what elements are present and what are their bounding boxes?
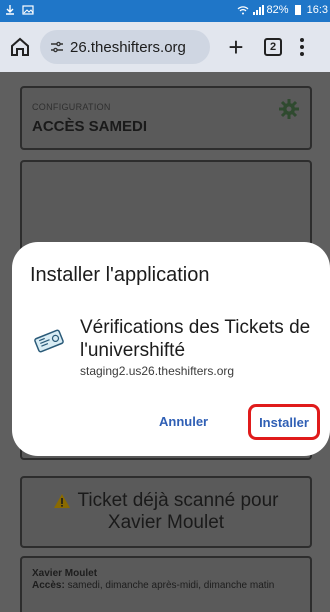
config-title: ACCÈS SAMEDI: [32, 118, 148, 135]
home-icon[interactable]: [8, 35, 32, 59]
url-text: 26.theshifters.org: [70, 38, 186, 56]
battery-percent: 82%: [266, 4, 289, 16]
access-label: Accès:: [32, 580, 65, 591]
status-bar: 82% 16:3: [0, 0, 330, 22]
warning-card: Ticket déjà scanné pour Xavier Moulet: [20, 476, 312, 548]
tab-switcher-button[interactable]: 2: [264, 38, 282, 56]
image-icon: [22, 5, 34, 15]
wifi-icon: [237, 6, 248, 15]
battery-icon: [294, 5, 301, 15]
warning-line-2: Xavier Moulet: [107, 512, 225, 533]
app-url: staging2.us26.theshifters.org: [80, 364, 235, 378]
site-settings-icon[interactable]: [50, 40, 64, 54]
status-right: 82% 16:3: [237, 4, 328, 16]
download-icon: [6, 5, 14, 15]
attendee-info-card: Xavier Moulet Accès: samedi, dimanche ap…: [20, 556, 312, 612]
access-value: samedi, dimanche après-midi, dimanche ma…: [67, 580, 275, 591]
status-left: [4, 4, 34, 16]
config-label: CONFIGURATION: [32, 102, 111, 112]
config-card[interactable]: CONFIGURATION ACCÈS SAMEDI: [20, 86, 312, 150]
install-button[interactable]: Installer: [248, 404, 320, 440]
cancel-button[interactable]: Annuler: [159, 414, 208, 429]
warning-icon: [54, 494, 71, 508]
ticket-app-icon: [34, 329, 64, 353]
warning-line-1: Ticket déjà scanné pour: [77, 490, 279, 511]
clock: 16:3: [306, 4, 328, 16]
app-name: Vérifications des Tickets de l'univershi…: [80, 317, 311, 361]
gear-icon[interactable]: [278, 98, 300, 120]
install-dialog: Installer l'application Vérifications de…: [12, 242, 330, 456]
browser-toolbar: 26.theshifters.org + 2: [0, 22, 330, 72]
new-tab-icon[interactable]: +: [224, 34, 248, 60]
dialog-title: Installer l'application: [30, 264, 210, 286]
more-menu-icon[interactable]: [300, 38, 304, 56]
address-bar[interactable]: 26.theshifters.org: [40, 30, 210, 64]
signal-icon: [252, 5, 264, 15]
attendee-name: Xavier Moulet: [32, 568, 98, 579]
